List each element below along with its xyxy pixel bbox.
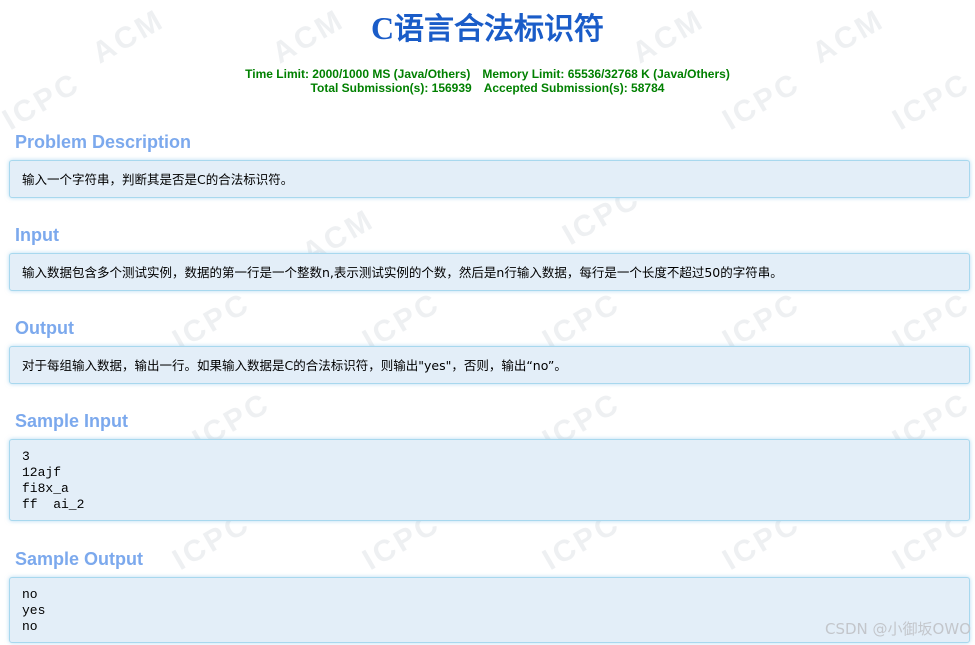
input-text: 输入数据包含多个测试实例，数据的第一行是一个整数n,表示测试实例的个数，然后是n… <box>22 265 783 280</box>
sample-input-panel: 3 12ajf fi8x_a ff ai_2 <box>9 439 970 521</box>
sample-input-heading: Sample Input <box>15 411 129 431</box>
output-heading: Output <box>15 318 74 338</box>
input-panel: 输入数据包含多个测试实例，数据的第一行是一个整数n,表示测试实例的个数，然后是n… <box>9 253 970 291</box>
limits-row-2: Total Submission(s): 156939 Accepted Subm… <box>0 81 975 95</box>
sample-input-text: 3 12ajf fi8x_a ff ai_2 <box>22 449 85 512</box>
csdn-credit-watermark: CSDN @小御坂OWO <box>825 620 971 638</box>
problem-title-cjk: 语言合法标识符 <box>394 12 605 47</box>
problem-limits: Time Limit: 2000/1000 MS (Java/Others) Me… <box>0 67 975 95</box>
input-heading: Input <box>15 225 59 245</box>
problem-page: ACM ACM ACM ACM ICPC ICPC ICPC ACM ICPC … <box>0 0 975 645</box>
description-heading: Problem Description <box>15 132 192 152</box>
time-limit: Time Limit: 2000/1000 MS (Java/Others) <box>245 67 471 81</box>
output-panel: 对于每组输入数据，输出一行。如果输入数据是C的合法标识符，则输出"yes"，否则… <box>9 346 970 384</box>
description-text: 输入一个字符串，判断其是否是C的合法标识符。 <box>22 172 294 187</box>
limits-row-1: Time Limit: 2000/1000 MS (Java/Others) Me… <box>0 67 975 81</box>
sample-output-text: no yes no <box>22 587 46 634</box>
problem-title: C语言合法标识符 <box>0 8 975 50</box>
output-text: 对于每组输入数据，输出一行。如果输入数据是C的合法标识符，则输出"yes"，否则… <box>22 358 567 373</box>
description-panel: 输入一个字符串，判断其是否是C的合法标识符。 <box>9 160 970 198</box>
accepted-submissions: Accepted Submission(s): 58784 <box>483 81 665 95</box>
background-watermark: ACM ACM ACM ACM ICPC ICPC ICPC ACM ICPC … <box>0 0 975 645</box>
memory-limit: Memory Limit: 65536/32768 K (Java/Others… <box>482 67 730 81</box>
sample-output-heading: Sample Output <box>15 549 144 569</box>
total-submissions: Total Submission(s): 156939 <box>310 81 472 95</box>
problem-title-latin: C <box>370 10 395 46</box>
